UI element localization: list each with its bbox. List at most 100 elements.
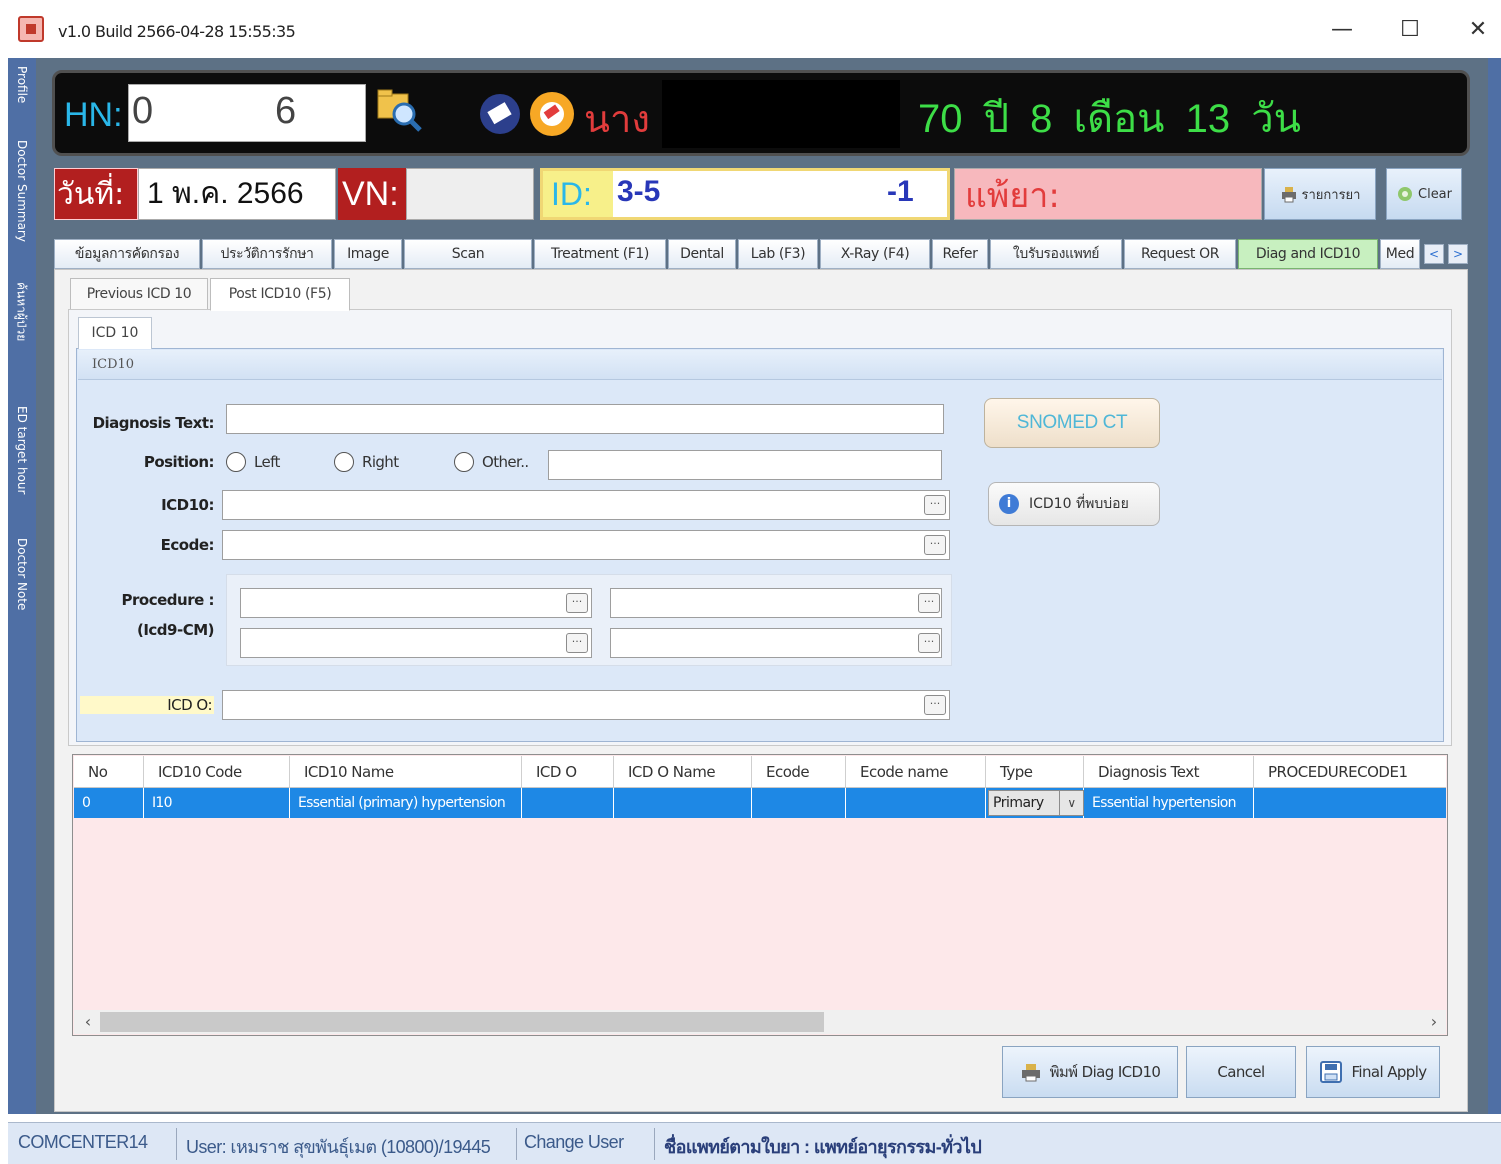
procedure-input-1[interactable] [240,588,592,618]
icdo-label: ICD O: [80,696,214,714]
table-row[interactable]: 0 I10 Essential (primary) hypertension E… [74,788,1446,818]
snomed-ct-button[interactable]: SNOMED CT [984,398,1160,448]
status-user: User: เหมราช สุขพันธุ์เมต (10800)/19445 [186,1137,491,1157]
col-icdo[interactable]: ICD O [522,756,614,788]
icd10-common-button[interactable]: i ICD10 ที่พบบ่อย [988,482,1160,526]
diagnosis-text-input[interactable] [226,404,944,434]
search-patient-icon[interactable] [376,88,422,132]
diagnosis-text-label: Diagnosis Text: [92,414,215,432]
position-other-radio[interactable] [454,452,474,472]
id-value-suffix: -1 [887,175,914,208]
col-diagnosis-text[interactable]: Diagnosis Text [1084,756,1254,788]
change-user-link[interactable]: Change User [524,1132,624,1153]
tab-medical-certificate[interactable]: ใบรับรองแพทย์ [990,239,1122,269]
side-tab-profile[interactable]: Profile [8,62,36,132]
main-tab-bar: ข้อมูลการคัดกรอง ประวัติการรักษา Image S… [54,239,1472,269]
tab-treatment[interactable]: Treatment (F1) [534,239,666,269]
id-value-prefix: 3-5 [617,175,661,208]
hn-value-suffix: 6 [275,90,297,132]
procedure-2-lookup-button[interactable]: ··· [918,593,940,613]
drug-list-button[interactable]: รายการยา [1264,168,1376,220]
vn-field[interactable] [406,168,534,220]
type-select[interactable]: Primary ∨ [988,790,1084,816]
type-select-value: Primary [993,795,1044,811]
final-apply-button[interactable]: Final Apply [1306,1046,1440,1098]
procedure-input-3[interactable] [240,628,592,658]
subtab-post-icd10[interactable]: Post ICD10 (F5) [210,278,350,311]
tab-lab[interactable]: Lab (F3) [738,239,818,269]
position-other-label: Other.. [482,453,529,471]
window-title: v1.0 Build 2566-04-28 15:55:35 [58,22,296,41]
chevron-down-icon[interactable]: ∨ [1059,791,1083,815]
side-tab-ed-target-hour[interactable]: ED target hour [8,402,36,522]
cell-icd10-code: I10 [144,788,290,818]
icdo-lookup-button[interactable]: ··· [924,695,946,715]
scroll-left-icon[interactable]: ‹ [78,1012,98,1032]
group-title: ICD10 [78,350,1442,380]
side-tab-doctor-note[interactable]: Doctor Note [8,534,36,644]
col-no[interactable]: No [74,756,144,788]
status-divider [176,1128,177,1160]
print-diag-button[interactable]: พิมพ์ Diag ICD10 [1002,1046,1178,1098]
icd10-lookup-button[interactable]: ··· [924,495,946,515]
status-computer-name: COMCENTER14 [18,1132,148,1152]
ecode-input[interactable] [222,530,950,560]
icd10-input[interactable] [222,490,950,520]
col-ecode-name[interactable]: Ecode name [846,756,986,788]
procedure-4-lookup-button[interactable]: ··· [918,633,940,653]
tab-med[interactable]: Med [1380,239,1420,269]
icd10-label: ICD10: [161,496,214,514]
id-label: ID: [543,171,613,217]
drug-list-button-label: รายการยา [1301,187,1361,203]
patient-age: 70 ปี 8 เดือน 13 วัน [918,97,1302,141]
col-icdo-name[interactable]: ICD O Name [614,756,752,788]
vn-label: VN: [338,168,406,220]
patient-prefix: นาง [584,97,650,141]
close-button[interactable]: ✕ [1458,14,1498,46]
cancel-button[interactable]: Cancel [1186,1046,1296,1098]
tab-diag-icd10[interactable]: Diag and ICD10 [1238,239,1378,269]
procedure-input-4[interactable] [610,628,942,658]
icdo-input[interactable] [222,690,950,720]
hn-field[interactable] [128,84,366,142]
col-type[interactable]: Type [986,756,1084,788]
tab-history[interactable]: ประวัติการรักษา [202,239,332,269]
col-ecode[interactable]: Ecode [752,756,846,788]
visit-date-label: วันที่: [54,168,138,220]
inner-tab-icd10[interactable]: ICD 10 [78,317,152,349]
side-tab-patient-search[interactable]: ค้นหาผู้ป่วย [8,278,36,398]
ecode-lookup-button[interactable]: ··· [924,535,946,555]
tab-scan[interactable]: Scan [404,239,532,269]
col-icd10-code[interactable]: ICD10 Code [144,756,290,788]
position-other-input[interactable] [548,450,942,480]
side-panel: Profile Doctor Summary ค้นหาผู้ป่วย ED t… [8,58,36,1114]
procedure-3-lookup-button[interactable]: ··· [566,633,588,653]
tab-screening[interactable]: ข้อมูลการคัดกรอง [54,239,200,269]
cell-icd10-name: Essential (primary) hypertension [290,788,522,818]
tab-scroll-right-icon[interactable]: > [1448,244,1468,264]
tab-dental[interactable]: Dental [668,239,736,269]
tab-image[interactable]: Image [334,239,402,269]
position-right-radio[interactable] [334,452,354,472]
app-icon [18,16,44,42]
tab-xray[interactable]: X-Ray (F4) [820,239,930,269]
tab-scroll-left-icon[interactable]: < [1424,244,1444,264]
patient-name-redacted [662,80,900,148]
subtab-previous-icd10[interactable]: Previous ICD 10 [70,278,208,310]
tab-refer[interactable]: Refer [932,239,988,269]
side-tab-doctor-summary[interactable]: Doctor Summary [8,136,36,276]
minimize-button[interactable]: — [1322,14,1362,46]
maximize-button[interactable]: ☐ [1390,14,1430,46]
col-procedurecode1[interactable]: PROCEDURECODE1 [1254,756,1446,788]
position-left-radio[interactable] [226,452,246,472]
col-icd10-name[interactable]: ICD10 Name [290,756,522,788]
procedure-label: Procedure : [121,591,215,609]
procedure-1-lookup-button[interactable]: ··· [566,593,588,613]
info-icon: i [999,494,1019,514]
clear-button[interactable]: Clear [1386,168,1462,220]
tab-request-or[interactable]: Request OR [1124,239,1236,269]
scroll-right-icon[interactable]: › [1424,1012,1444,1032]
scrollbar-thumb[interactable] [100,1012,824,1032]
printer-icon [1021,1064,1040,1082]
procedure-input-2[interactable] [610,588,942,618]
